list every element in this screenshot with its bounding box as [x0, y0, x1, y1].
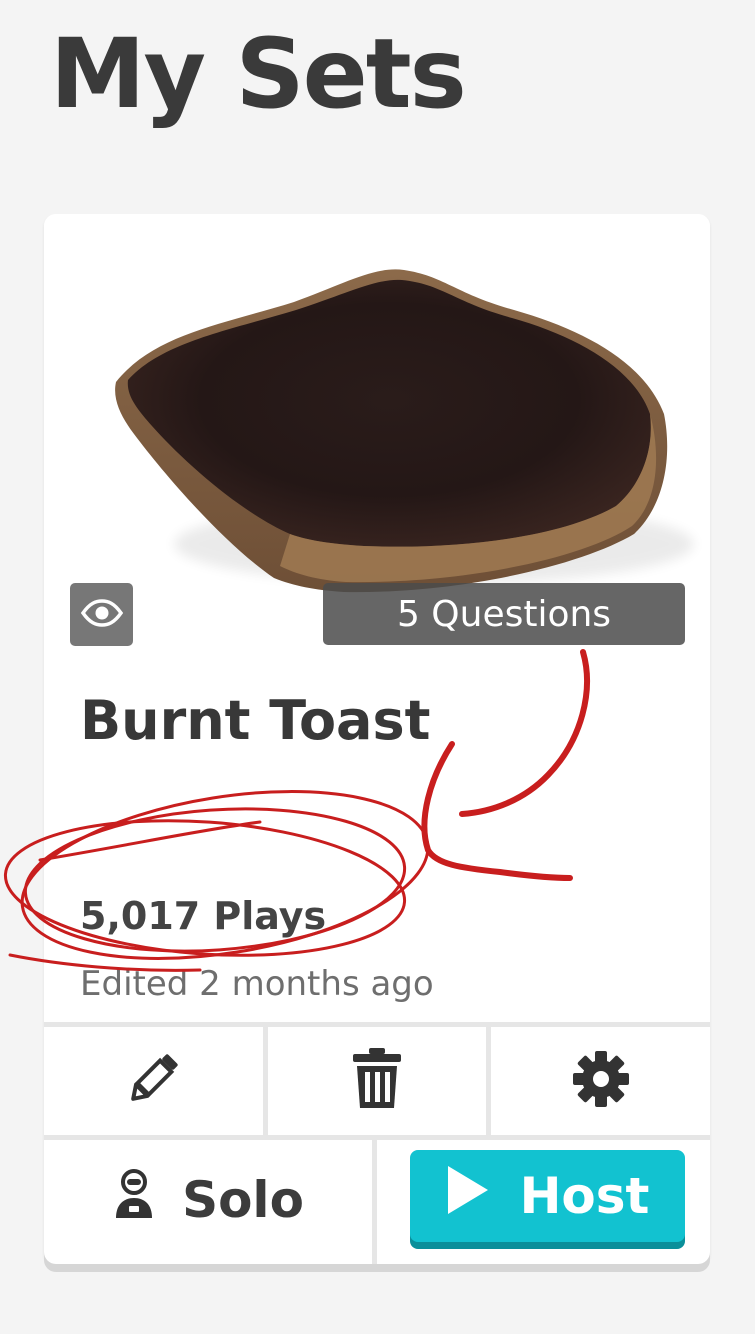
trash-icon	[351, 1048, 403, 1114]
solo-label: Solo	[182, 1170, 304, 1229]
play-icon	[446, 1164, 490, 1228]
host-button[interactable]: Host	[410, 1150, 685, 1242]
settings-button[interactable]	[486, 1027, 710, 1135]
set-cover-image[interactable]: 5 Questions	[44, 214, 710, 664]
edited-timestamp: Edited 2 months ago	[80, 964, 434, 1004]
pencil-icon	[123, 1049, 183, 1113]
plays-count: 5,017 Plays	[80, 894, 327, 938]
gear-icon	[572, 1050, 630, 1112]
eye-icon	[80, 598, 123, 631]
play-row: Solo Host	[44, 1135, 710, 1264]
edit-button[interactable]	[44, 1027, 263, 1135]
delete-button[interactable]	[262, 1027, 487, 1135]
set-actions-row	[44, 1022, 710, 1140]
visibility-badge[interactable]	[70, 583, 133, 646]
question-count-badge: 5 Questions	[323, 583, 685, 645]
page-title: My Sets	[50, 18, 467, 130]
set-title[interactable]: Burnt Toast	[80, 689, 430, 752]
person-icon	[112, 1168, 156, 1232]
host-label: Host	[519, 1167, 650, 1225]
solo-button[interactable]: Solo	[44, 1135, 377, 1264]
page: My Sets 5 Questions Burnt Toast 5,017 Pl…	[0, 0, 755, 1334]
set-card[interactable]: 5 Questions Burnt Toast 5,017 Plays Edit…	[44, 214, 710, 1264]
